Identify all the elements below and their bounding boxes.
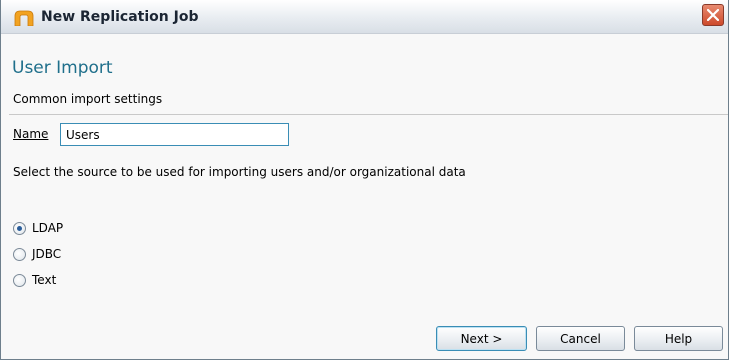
- next-button[interactable]: Next >: [436, 326, 527, 351]
- radio-text[interactable]: Text: [13, 271, 56, 289]
- page-title: User Import: [12, 58, 113, 78]
- radio-button-ldap[interactable]: [13, 221, 26, 235]
- help-button[interactable]: Help: [634, 326, 723, 351]
- page-header: User Import Common import settings: [9, 34, 728, 113]
- radio-button-text[interactable]: [13, 273, 26, 287]
- page-subtitle: Common import settings: [13, 92, 163, 106]
- close-button[interactable]: [702, 4, 724, 26]
- name-label-text: Name: [13, 127, 49, 141]
- radio-label-jdbc: JDBC: [32, 247, 62, 261]
- name-input[interactable]: [60, 123, 289, 146]
- dialog-window: New Replication Job User Import Common i…: [0, 0, 729, 360]
- close-icon: [707, 9, 719, 21]
- source-description: Select the source to be used for importi…: [13, 165, 466, 179]
- header-divider: [9, 114, 728, 115]
- window-title: New Replication Job: [41, 9, 199, 25]
- name-label: Name: [13, 127, 48, 141]
- cancel-button[interactable]: Cancel: [536, 326, 625, 351]
- radio-jdbc[interactable]: JDBC: [13, 245, 61, 263]
- radio-label-ldap: LDAP: [32, 221, 64, 235]
- app-icon: [14, 10, 34, 26]
- title-bar[interactable]: New Replication Job: [1, 0, 728, 34]
- radio-label-text: Text: [32, 273, 57, 287]
- radio-ldap[interactable]: LDAP: [13, 219, 63, 237]
- radio-button-jdbc[interactable]: [13, 247, 26, 261]
